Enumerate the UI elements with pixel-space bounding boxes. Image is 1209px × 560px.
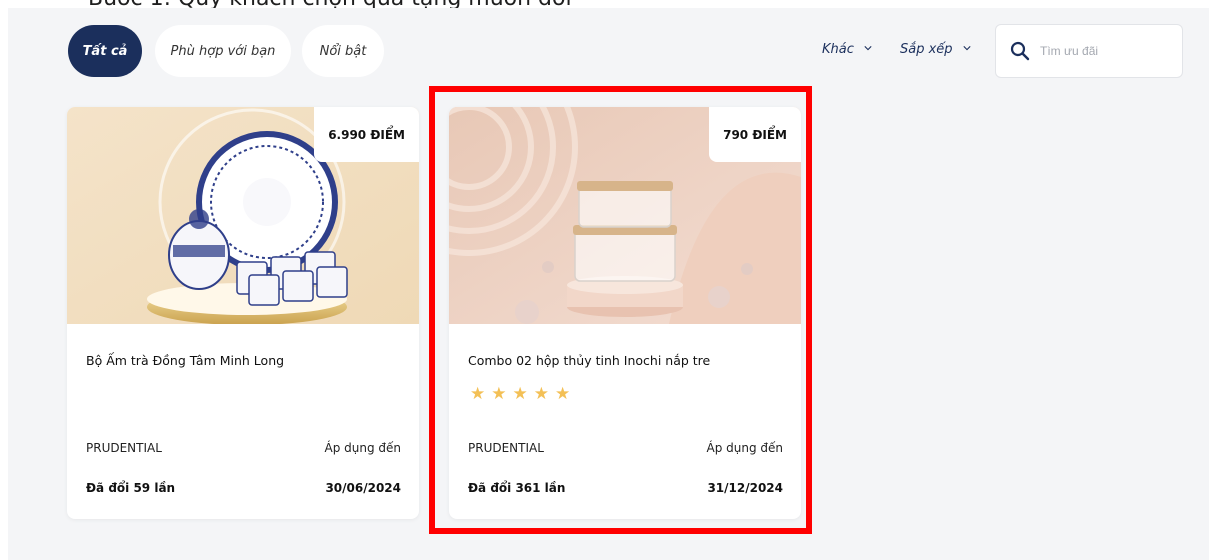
chevron-down-icon: [864, 45, 872, 50]
star-icon: ★: [491, 384, 507, 403]
tab-for-you-label: Phù hợp với bạn: [170, 43, 276, 59]
star-icon: ★: [512, 384, 528, 403]
apply-until-label: Áp dụng đến: [324, 441, 401, 455]
expiry-date: 31/12/2024: [707, 481, 783, 495]
star-icon: ★: [470, 384, 486, 403]
other-dropdown-label: Khác: [822, 42, 854, 57]
tab-featured-label: Nổi bật: [319, 43, 367, 59]
sort-dropdown[interactable]: Sắp xếp: [900, 42, 971, 57]
star-icon: ★: [533, 384, 549, 403]
reward-card-glass-boxes[interactable]: 790 ĐIỂM Combo 02 hộp thủy tinh Inochi n…: [449, 107, 801, 519]
card-title[interactable]: Bộ Ấm trà Đồng Tâm Minh Long: [86, 353, 284, 368]
tab-all-label: Tất cả: [82, 43, 128, 59]
tab-all[interactable]: Tất cả: [68, 25, 142, 77]
partner-label: PRUDENTIAL: [468, 441, 544, 455]
points-badge: 790 ĐIỂM: [709, 107, 801, 162]
search-box[interactable]: [995, 24, 1183, 78]
star-icon: ★: [555, 384, 571, 403]
search-icon: [1010, 41, 1030, 61]
redeem-count: Đã đổi 361 lần: [468, 481, 566, 495]
redeem-count: Đã đổi 59 lần: [86, 481, 176, 495]
search-input[interactable]: [1040, 44, 1170, 58]
points-badge: 6.990 ĐIỂM: [314, 107, 419, 162]
partner-label: PRUDENTIAL: [86, 441, 162, 455]
chevron-down-icon: [962, 45, 971, 50]
rating-stars: ★ ★ ★ ★ ★: [470, 385, 570, 402]
expiry-date: 30/06/2024: [325, 481, 401, 495]
apply-until-label: Áp dụng đến: [706, 441, 783, 455]
card-title[interactable]: Combo 02 hộp thủy tinh Inochi nắp tre: [468, 353, 710, 368]
tab-for-you[interactable]: Phù hợp với bạn: [155, 25, 291, 77]
sort-dropdown-label: Sắp xếp: [900, 42, 953, 57]
other-dropdown[interactable]: Khác: [822, 42, 872, 57]
tab-featured[interactable]: Nổi bật: [302, 25, 384, 77]
reward-card-tea-set[interactable]: 6.990 ĐIỂM Bộ Ấm trà Đồng Tâm Minh Long …: [67, 107, 419, 519]
